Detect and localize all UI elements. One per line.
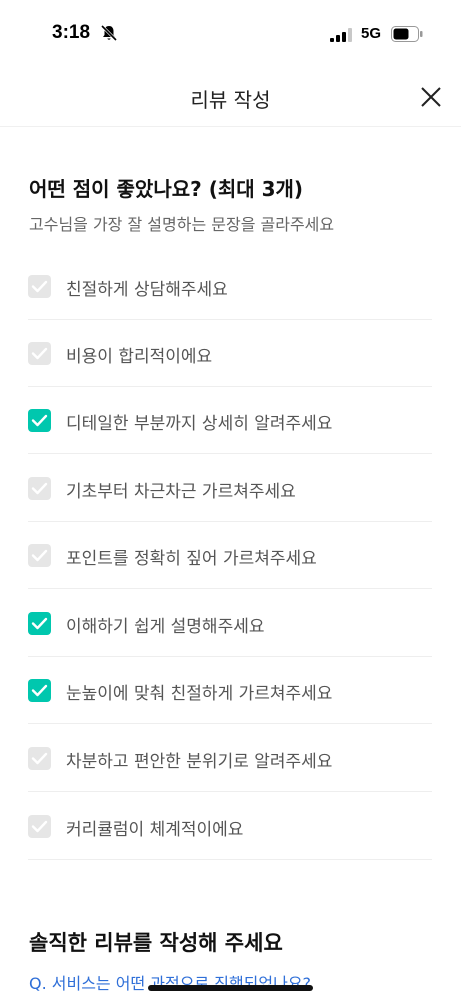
option-item[interactable]: 친절하게 상담해주세요 — [28, 253, 432, 320]
option-item[interactable]: 차분하고 편안한 분위기로 알려주세요 — [28, 725, 432, 792]
option-label: 디테일한 부분까지 상세히 알려주세요 — [66, 414, 333, 434]
check-icon — [31, 347, 48, 360]
option-item[interactable]: 커리큘럼이 체계적이에요 — [28, 793, 432, 860]
option-item[interactable]: 이해하기 쉽게 설명해주세요 — [28, 590, 432, 657]
checkbox[interactable] — [28, 342, 51, 365]
checkbox[interactable] — [28, 275, 51, 298]
option-label: 커리큘럼이 체계적이에요 — [66, 820, 244, 840]
check-icon — [31, 549, 48, 562]
option-label: 기초부터 차근차근 가르쳐주세요 — [66, 482, 296, 502]
page-title: 리뷰 작성 — [190, 88, 271, 112]
checkbox[interactable] — [28, 477, 51, 500]
option-label: 눈높이에 맞춰 친절하게 가르쳐주세요 — [66, 684, 333, 704]
check-icon — [31, 280, 48, 293]
option-label: 차분하고 편안한 분위기로 알려주세요 — [66, 752, 333, 772]
review-title: 솔직한 리뷰를 작성해 주세요 — [29, 931, 283, 955]
cellular-signal-icon — [330, 28, 352, 42]
check-icon — [31, 820, 48, 833]
question-title: 어떤 점이 좋았나요? (최대 3개) — [29, 177, 304, 201]
checkbox[interactable] — [28, 612, 51, 635]
check-icon — [31, 414, 48, 427]
option-label: 친절하게 상담해주세요 — [66, 280, 228, 300]
status-time: 3:18 — [52, 22, 91, 43]
check-icon — [31, 684, 48, 697]
check-icon — [31, 617, 48, 630]
option-label: 이해하기 쉽게 설명해주세요 — [66, 617, 265, 637]
option-item[interactable]: 기초부터 차근차근 가르쳐주세요 — [28, 455, 432, 522]
checkbox[interactable] — [28, 409, 51, 432]
option-label: 포인트를 정확히 짚어 가르쳐주세요 — [66, 549, 317, 569]
battery-icon — [391, 26, 423, 42]
checkbox[interactable] — [28, 544, 51, 567]
network-type: 5G — [361, 25, 382, 42]
question-subtitle: 고수님을 가장 잘 설명하는 문장을 골라주세요 — [29, 215, 335, 234]
option-item[interactable]: 포인트를 정확히 짚어 가르쳐주세요 — [28, 522, 432, 589]
check-icon — [31, 752, 48, 765]
option-label: 비용이 합리적이에요 — [66, 347, 213, 367]
bell-slash-icon — [100, 24, 118, 42]
option-item[interactable]: 디테일한 부분까지 상세히 알려주세요 — [28, 387, 432, 454]
check-icon — [31, 482, 48, 495]
header: 리뷰 작성 — [0, 70, 461, 127]
close-icon[interactable] — [416, 82, 446, 112]
checkbox[interactable] — [28, 679, 51, 702]
option-item[interactable]: 눈높이에 맞춰 친절하게 가르쳐주세요 — [28, 657, 432, 724]
checkbox[interactable] — [28, 747, 51, 770]
status-bar: 3:18 5G — [0, 0, 461, 70]
checkbox[interactable] — [28, 815, 51, 838]
option-item[interactable]: 비용이 합리적이에요 — [28, 320, 432, 387]
home-indicator — [148, 985, 313, 991]
